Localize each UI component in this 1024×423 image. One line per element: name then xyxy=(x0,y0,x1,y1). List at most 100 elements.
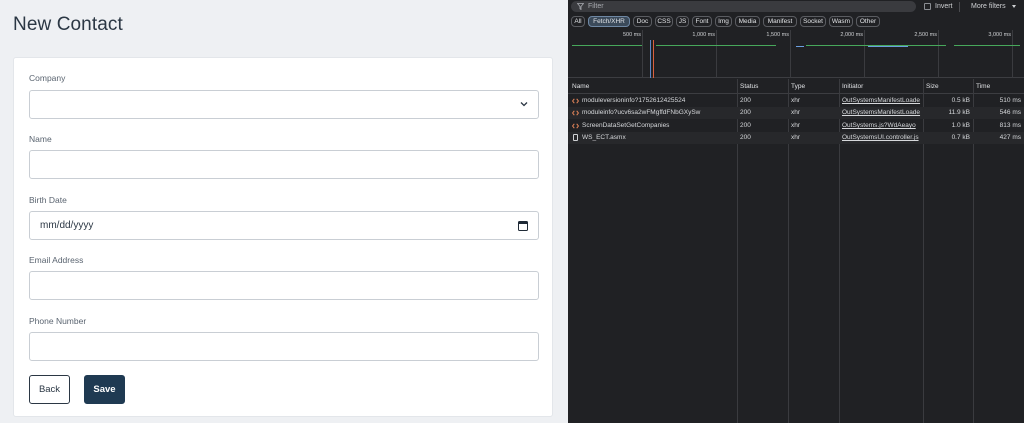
timeline-gridline xyxy=(1012,30,1013,78)
type-filter-fetch-xhr[interactable]: Fetch/XHR xyxy=(588,16,630,27)
filter-icon xyxy=(577,3,584,10)
request-type: xhr xyxy=(791,134,801,141)
waterfall-bar xyxy=(796,46,804,47)
timeline-overview[interactable]: 500 ms 1,000 ms 1,500 ms 2,000 ms 2,500 … xyxy=(568,30,1024,78)
request-initiator-link[interactable]: OutSystemsManifestLoade xyxy=(842,109,922,116)
chevron-down-icon xyxy=(520,102,528,107)
request-name: moduleinfo?ucv6sa2wFMgffdFNbGXySw xyxy=(582,109,701,116)
request-time: 546 ms xyxy=(999,109,1021,116)
type-filter-css[interactable]: CSS xyxy=(655,16,673,27)
column-header-time[interactable]: Time xyxy=(976,83,990,90)
request-status: 200 xyxy=(740,122,751,129)
xhr-icon xyxy=(572,123,579,129)
request-type: xhr xyxy=(791,97,801,104)
type-filter-socket[interactable]: Socket xyxy=(800,16,826,27)
timeline-tick: 2,000 ms xyxy=(840,32,863,38)
invert-checkbox[interactable] xyxy=(924,3,931,10)
xhr-icon xyxy=(572,110,579,116)
timeline-tick: 1,000 ms xyxy=(692,32,715,38)
timeline-gridline xyxy=(642,30,643,78)
name-label: Name xyxy=(29,134,52,144)
waterfall-bar xyxy=(572,45,642,46)
filter-input[interactable]: Filter xyxy=(571,1,916,12)
request-name: WS_ECT.asmx xyxy=(582,134,626,141)
timeline-gridline xyxy=(790,30,791,78)
request-size: 1.0 kB xyxy=(951,122,970,129)
email-input[interactable] xyxy=(29,271,539,300)
request-status: 200 xyxy=(740,97,751,104)
type-filter-bar: All Fetch/XHR Doc CSS JS Font Img Media … xyxy=(568,15,1024,29)
page-title: New Contact xyxy=(13,14,123,35)
contact-form-card: Company Name Birth Date mm/dd/yyyy Email… xyxy=(13,57,553,417)
timeline-tick: 3,000 ms xyxy=(988,32,1011,38)
request-row[interactable]: ScreenDataSetGetCompanies 200 xhr OutSys… xyxy=(568,120,1024,132)
company-select[interactable] xyxy=(29,90,539,119)
document-icon xyxy=(573,134,578,141)
request-row[interactable]: moduleversioninfo?1752612425524 200 xhr … xyxy=(568,95,1024,107)
app-panel: New Contact Company Name Birth Date mm/d… xyxy=(0,0,568,423)
company-label: Company xyxy=(29,73,66,83)
dropdown-arrow-icon xyxy=(1012,5,1016,8)
column-header-status[interactable]: Status xyxy=(740,83,758,90)
request-size: 0.5 kB xyxy=(951,97,970,104)
filter-placeholder: Filter xyxy=(588,3,604,10)
phone-label: Phone Number xyxy=(29,316,87,326)
type-filter-all[interactable]: All xyxy=(571,16,585,27)
load-event-marker xyxy=(653,40,654,78)
timeline-tick: 1,500 ms xyxy=(766,32,789,38)
filter-toolbar: Filter Invert More filters xyxy=(568,0,1024,14)
type-filter-other[interactable]: Other xyxy=(856,16,880,27)
back-button[interactable]: Back xyxy=(29,375,70,404)
timeline-tick: 500 ms xyxy=(622,32,641,38)
email-label: Email Address xyxy=(29,255,84,265)
calendar-icon[interactable] xyxy=(518,220,528,231)
type-filter-js[interactable]: JS xyxy=(676,16,689,27)
timeline-gridline xyxy=(716,30,717,78)
type-filter-manifest[interactable]: Manifest xyxy=(763,16,797,27)
column-header-size[interactable]: Size xyxy=(926,83,939,90)
request-name: ScreenDataSetGetCompanies xyxy=(582,122,670,129)
request-row[interactable]: moduleinfo?ucv6sa2wFMgffdFNbGXySw 200 xh… xyxy=(568,107,1024,119)
save-button[interactable]: Save xyxy=(84,375,125,404)
type-filter-media[interactable]: Media xyxy=(735,16,760,27)
request-type: xhr xyxy=(791,109,801,116)
birth-date-value: mm/dd/yyyy xyxy=(40,220,94,231)
column-header-initiator[interactable]: Initiator xyxy=(842,83,863,90)
request-size: 0.7 kB xyxy=(951,134,970,141)
more-filters-dropdown[interactable]: More filters xyxy=(971,3,1006,10)
devtools-network-panel: Filter Invert More filters All Fetch/XHR… xyxy=(568,0,1024,423)
request-time: 510 ms xyxy=(999,97,1021,104)
request-status: 200 xyxy=(740,109,751,116)
timeline-gridline xyxy=(864,30,865,78)
birth-date-label: Birth Date xyxy=(29,195,67,205)
request-initiator-link[interactable]: OutSystems.js?WdAeayo xyxy=(842,122,922,129)
waterfall-bar xyxy=(868,46,908,47)
type-filter-img[interactable]: Img xyxy=(715,16,732,27)
column-header-name[interactable]: Name xyxy=(572,83,589,90)
phone-input[interactable] xyxy=(29,332,539,361)
timeline-tick: 2,500 ms xyxy=(914,32,937,38)
request-row[interactable]: WS_ECT.asmx 200 xhr OutSystemsUI.control… xyxy=(568,132,1024,144)
request-time: 427 ms xyxy=(999,134,1021,141)
toolbar-divider xyxy=(959,2,960,12)
birth-date-input[interactable]: mm/dd/yyyy xyxy=(29,211,539,240)
invert-label: Invert xyxy=(935,3,953,10)
request-initiator-link[interactable]: OutSystemsUI.controller.js xyxy=(842,134,922,141)
timeline-gridline xyxy=(938,30,939,78)
column-header-type[interactable]: Type xyxy=(791,83,805,90)
request-status: 200 xyxy=(740,134,751,141)
request-name: moduleversioninfo?1752612425524 xyxy=(582,97,686,104)
request-table-header: Name Status Type Initiator Size Time xyxy=(568,79,1024,94)
request-type: xhr xyxy=(791,122,801,129)
xhr-icon xyxy=(572,98,579,104)
request-initiator-link[interactable]: OutSystemsManifestLoade xyxy=(842,97,922,104)
type-filter-doc[interactable]: Doc xyxy=(633,16,652,27)
waterfall-bar xyxy=(656,45,776,46)
request-size: 11.9 kB xyxy=(948,109,970,116)
type-filter-wasm[interactable]: Wasm xyxy=(829,16,853,27)
type-filter-font[interactable]: Font xyxy=(692,16,712,27)
request-time: 813 ms xyxy=(999,122,1021,129)
dom-content-loaded-marker xyxy=(650,40,651,78)
name-input[interactable] xyxy=(29,150,539,179)
waterfall-bar xyxy=(954,45,1020,46)
